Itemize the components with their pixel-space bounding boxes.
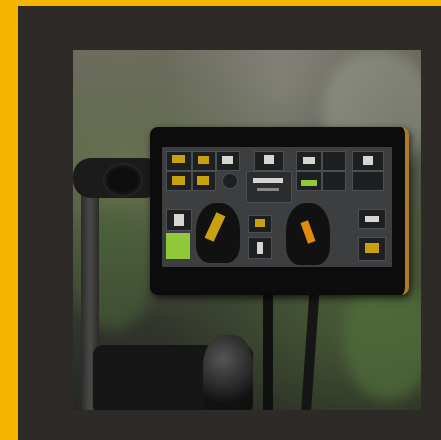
tile-icon	[257, 242, 263, 254]
tile-icon	[197, 176, 209, 185]
screen-tile	[296, 151, 322, 171]
terminal-screen	[162, 147, 392, 267]
screen-tile	[246, 171, 292, 203]
screen-tile	[296, 171, 322, 191]
control-knob	[203, 335, 253, 410]
photo	[73, 50, 421, 410]
screen-tile	[358, 209, 386, 229]
cable	[263, 290, 273, 410]
tile-icon	[255, 219, 265, 227]
tile-icon	[264, 155, 274, 164]
screen-tile	[254, 151, 284, 171]
screen-tile	[352, 171, 384, 191]
screen-tile	[216, 151, 240, 171]
tile-icon	[172, 176, 185, 185]
tile-icon	[301, 180, 317, 186]
screen-tile	[192, 171, 216, 191]
tile-icon	[198, 156, 209, 164]
joystick-highlight	[300, 220, 316, 244]
yellow-frame	[0, 0, 441, 440]
left-joystick-graphic	[196, 203, 240, 263]
tile-icon	[172, 155, 185, 163]
screen-tile	[222, 173, 238, 189]
right-joystick-graphic	[286, 203, 330, 265]
tile-text-bar	[257, 188, 279, 191]
screen-tile	[248, 237, 272, 259]
screen-tile	[322, 151, 346, 171]
screen-tile	[352, 151, 384, 171]
terminal-display	[150, 127, 409, 295]
screen-tile	[166, 209, 192, 231]
tile-icon	[303, 157, 315, 164]
tile-text-bar	[253, 178, 283, 183]
foliage-blur	[343, 280, 421, 400]
tile-icon	[365, 243, 379, 253]
mount-pivot	[103, 163, 143, 197]
tile-icon	[363, 156, 373, 165]
tile-icon	[222, 156, 233, 164]
screen-tile	[358, 237, 386, 261]
screen-tile	[248, 215, 272, 233]
tile-icon	[174, 214, 184, 226]
screen-tile	[322, 171, 346, 191]
green-indicator	[166, 233, 190, 259]
screen-tile	[166, 151, 192, 171]
tile-icon	[365, 216, 379, 222]
cable	[300, 289, 320, 410]
screen-tile	[192, 151, 216, 171]
screen-tile	[166, 171, 192, 191]
joystick-highlight	[204, 212, 226, 242]
dark-panel	[18, 6, 441, 440]
